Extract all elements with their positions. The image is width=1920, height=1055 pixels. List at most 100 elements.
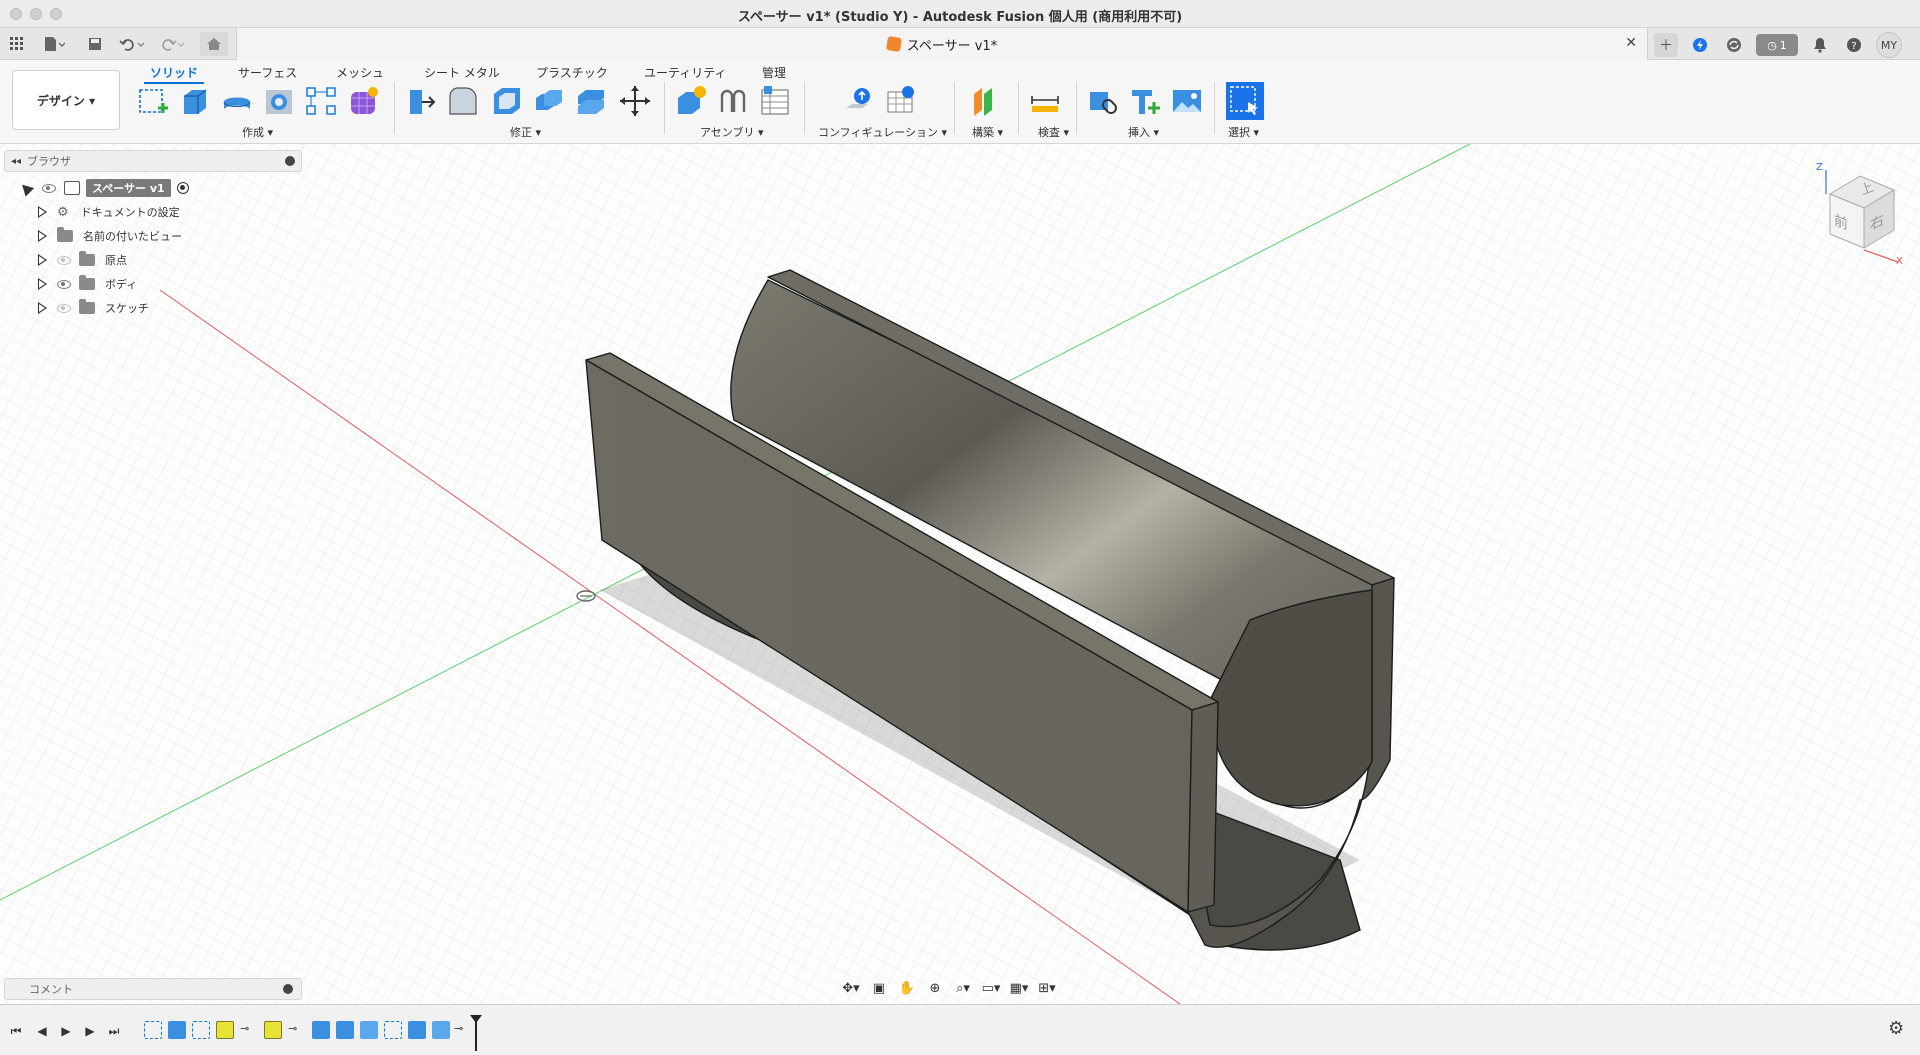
expand-triangle-icon[interactable] bbox=[38, 230, 47, 242]
tab-mesh[interactable]: メッシュ bbox=[336, 64, 384, 81]
insert-mcmaster-icon[interactable] bbox=[1128, 84, 1162, 118]
timeline-selected-feature[interactable] bbox=[264, 1021, 282, 1039]
canvas-viewport[interactable]: 上 前 右 Z X bbox=[0, 144, 1920, 1004]
shell-icon[interactable] bbox=[490, 84, 524, 118]
configuration-table-icon[interactable] bbox=[884, 84, 918, 118]
browser-item-sketches[interactable]: スケッチ bbox=[38, 298, 149, 318]
home-icon[interactable] bbox=[200, 32, 228, 56]
help-icon[interactable]: ? bbox=[1842, 33, 1866, 57]
visibility-eye-icon[interactable] bbox=[57, 255, 71, 265]
hole-icon[interactable] bbox=[262, 84, 296, 118]
notification-bell-icon[interactable] bbox=[1808, 33, 1832, 57]
visibility-eye-icon[interactable] bbox=[57, 303, 71, 313]
online-icon[interactable] bbox=[1688, 33, 1712, 57]
step-back-icon[interactable]: ◀ bbox=[34, 1023, 50, 1039]
document-tab[interactable]: スペーサー v1* ✕ bbox=[236, 28, 1648, 60]
select-tool-icon[interactable] bbox=[1226, 82, 1264, 120]
timeline-joint-feature[interactable]: ⊸ bbox=[288, 1021, 306, 1039]
step-forward-icon[interactable]: ▶ bbox=[82, 1023, 98, 1039]
group-configure-label[interactable]: コンフィギュレーション ▾ bbox=[818, 124, 947, 140]
browser-item-origin[interactable]: 原点 bbox=[38, 250, 127, 270]
expand-triangle-icon[interactable] bbox=[38, 278, 47, 290]
visibility-eye-icon[interactable] bbox=[57, 279, 71, 289]
tab-utilities[interactable]: ユーティリティ bbox=[644, 64, 727, 81]
root-component-label[interactable]: スペーサー v1 bbox=[86, 179, 171, 197]
group-select-label[interactable]: 選択 ▾ bbox=[1228, 124, 1259, 140]
expand-triangle-icon[interactable] bbox=[17, 179, 35, 197]
timeline-selected-feature[interactable] bbox=[216, 1021, 234, 1039]
orbit-icon[interactable]: ✥▾ bbox=[840, 979, 862, 997]
fillet-icon[interactable] bbox=[446, 84, 480, 118]
insert-derive-icon[interactable] bbox=[1086, 84, 1120, 118]
expand-triangle-icon[interactable] bbox=[38, 254, 47, 266]
timeline-joint-feature[interactable]: ⊸ bbox=[240, 1021, 258, 1039]
tab-manage[interactable]: 管理 bbox=[762, 64, 786, 81]
comments-panel-header[interactable]: コメント bbox=[4, 978, 302, 1000]
redo-icon[interactable] bbox=[156, 32, 188, 56]
timeline-sketch-feature[interactable] bbox=[144, 1021, 162, 1039]
tab-sheet-metal[interactable]: シート メタル bbox=[424, 64, 500, 81]
timeline-extrude-feature[interactable] bbox=[168, 1021, 186, 1039]
browser-item-document-settings[interactable]: ⚙ ドキュメントの設定 bbox=[38, 202, 180, 222]
close-icon[interactable]: ✕ bbox=[1625, 35, 1637, 51]
timeline-extrude-feature[interactable] bbox=[312, 1021, 330, 1039]
group-create-label[interactable]: 作成 ▾ bbox=[242, 124, 273, 140]
avatar[interactable]: MY bbox=[1876, 32, 1902, 58]
view-cube[interactable]: 上 前 右 Z X bbox=[1808, 162, 1908, 267]
pattern-icon[interactable] bbox=[304, 84, 338, 118]
group-construct-label[interactable]: 構築 ▾ bbox=[972, 124, 1003, 140]
visibility-eye-icon[interactable] bbox=[42, 183, 56, 193]
pan-hand-icon[interactable]: ✋ bbox=[896, 979, 918, 997]
add-tab-icon[interactable]: ＋ bbox=[1654, 33, 1678, 57]
fit-zoom-icon[interactable]: ⌕▾ bbox=[952, 979, 974, 997]
extrude-icon[interactable] bbox=[178, 84, 212, 118]
collapse-panel-icon[interactable]: ◂◂ bbox=[11, 156, 21, 167]
display-settings-icon[interactable]: ▭▾ bbox=[980, 979, 1002, 997]
file-menu-button[interactable] bbox=[38, 32, 70, 56]
timeline-extrude-feature[interactable] bbox=[408, 1021, 426, 1039]
workspace-switcher-button[interactable]: デザイン ▾ bbox=[12, 70, 120, 130]
timeline-sketch-feature[interactable] bbox=[384, 1021, 402, 1039]
combine-icon[interactable] bbox=[532, 84, 566, 118]
save-icon[interactable] bbox=[84, 32, 106, 56]
look-at-icon[interactable]: ▣ bbox=[868, 979, 890, 997]
apps-grid-icon[interactable] bbox=[6, 32, 28, 56]
go-to-end-icon[interactable]: ⏭ bbox=[106, 1023, 122, 1039]
joint-icon[interactable] bbox=[716, 84, 750, 118]
grid-settings-icon[interactable]: ▦▾ bbox=[1008, 979, 1030, 997]
form-icon[interactable] bbox=[346, 84, 380, 118]
measure-icon[interactable] bbox=[1028, 84, 1062, 118]
undo-icon[interactable] bbox=[116, 32, 148, 56]
activate-radio-icon[interactable] bbox=[176, 182, 189, 194]
play-icon[interactable]: ▶ bbox=[58, 1023, 74, 1039]
tab-surface[interactable]: サーフェス bbox=[238, 64, 297, 81]
job-status-icon[interactable]: ◷ 1 bbox=[1756, 34, 1798, 56]
browser-item-named-views[interactable]: 名前の付いたビュー bbox=[38, 226, 182, 246]
zoom-icon[interactable]: ⊕ bbox=[924, 979, 946, 997]
timeline-sketch-feature[interactable] bbox=[192, 1021, 210, 1039]
group-assemble-label[interactable]: アセンブリ ▾ bbox=[700, 124, 763, 140]
move-icon[interactable] bbox=[618, 84, 652, 118]
canvas-image-icon[interactable] bbox=[1170, 84, 1204, 118]
timeline-offset-feature[interactable] bbox=[432, 1021, 450, 1039]
group-modify-label[interactable]: 修正 ▾ bbox=[510, 124, 541, 140]
timeline-offset-feature[interactable] bbox=[360, 1021, 378, 1039]
new-component-icon[interactable] bbox=[674, 84, 708, 118]
group-inspect-label[interactable]: 検査 ▾ bbox=[1038, 124, 1069, 140]
expand-triangle-icon[interactable] bbox=[38, 206, 47, 218]
offset-face-icon[interactable] bbox=[574, 84, 608, 118]
expand-triangle-icon[interactable] bbox=[38, 302, 47, 314]
browser-item-bodies[interactable]: ボディ bbox=[38, 274, 137, 294]
browser-panel-header[interactable]: ◂◂ ブラウザ bbox=[4, 150, 302, 172]
timeline-marker[interactable] bbox=[470, 1015, 482, 1051]
tab-plastic[interactable]: プラスチック bbox=[536, 64, 608, 81]
timeline-joint-feature[interactable]: ⊸ bbox=[454, 1021, 472, 1039]
offset-plane-icon[interactable] bbox=[968, 84, 1002, 118]
bill-of-materials-icon[interactable] bbox=[758, 84, 792, 118]
configure-design-icon[interactable] bbox=[842, 84, 876, 118]
press-pull-icon[interactable] bbox=[404, 84, 438, 118]
timeline-settings-gear-icon[interactable]: ⚙ bbox=[1888, 1018, 1904, 1039]
browser-root-row[interactable]: スペーサー v1 bbox=[17, 178, 189, 198]
viewports-icon[interactable]: ⊞▾ bbox=[1036, 979, 1058, 997]
group-insert-label[interactable]: 挿入 ▾ bbox=[1128, 124, 1159, 140]
